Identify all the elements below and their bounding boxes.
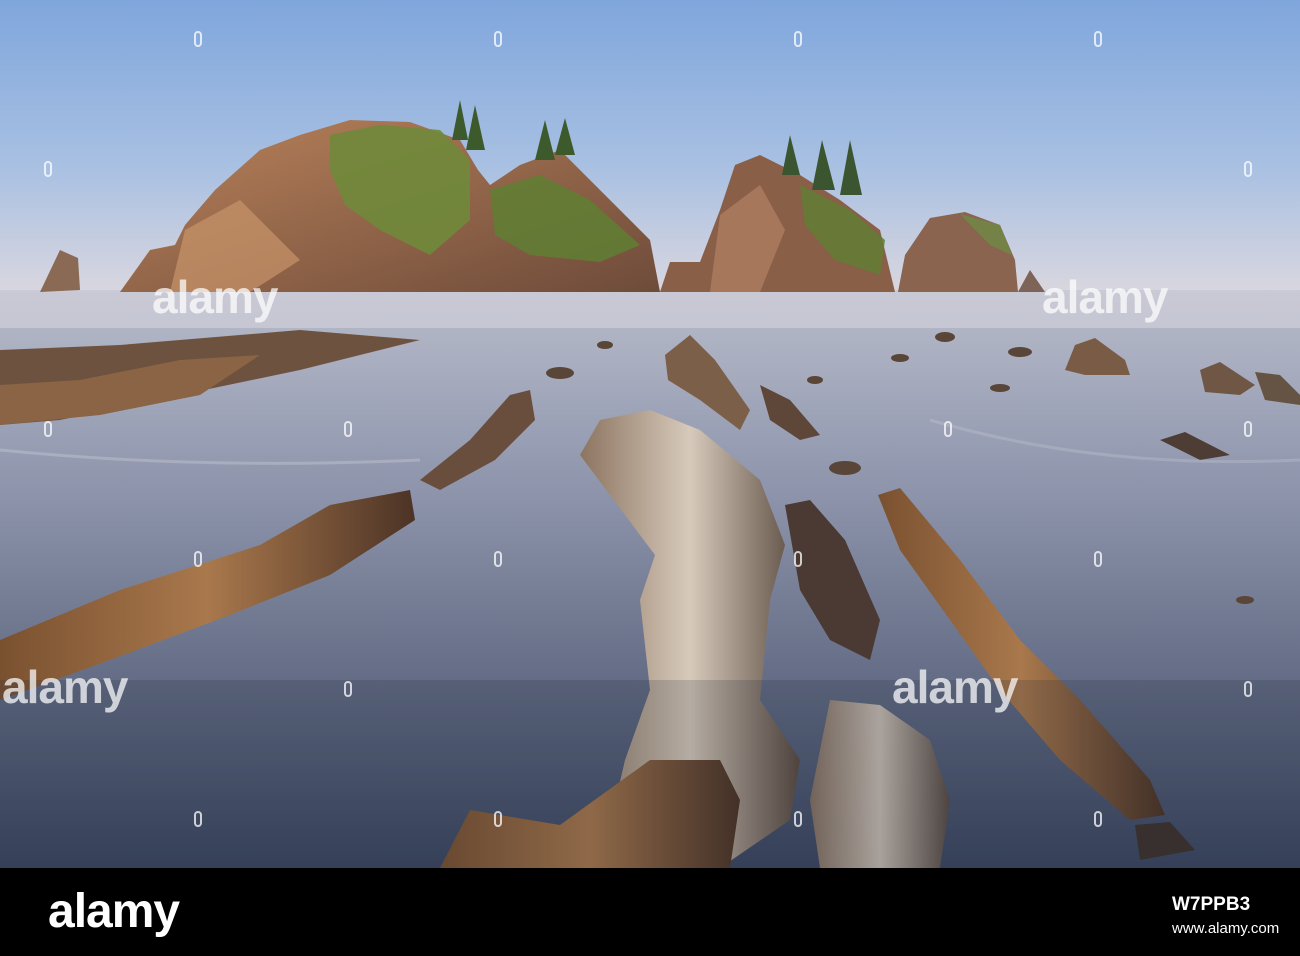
watermark-mark — [492, 28, 504, 50]
watermark-mark — [942, 418, 954, 440]
watermark-word: alamy — [2, 661, 128, 713]
watermark-mark — [342, 678, 354, 700]
watermark-mark — [192, 548, 204, 570]
watermark-mark — [492, 808, 504, 830]
watermark-mark — [192, 808, 204, 830]
footer-bar: alamy W7PPB3 www.alamy.com — [0, 868, 1300, 956]
watermark-mark — [342, 418, 354, 440]
watermark-mark — [1092, 808, 1104, 830]
watermark-word: alamy — [152, 271, 278, 323]
watermark-word: alamy — [1042, 271, 1168, 323]
watermark-mark — [792, 28, 804, 50]
watermark-word: alamy — [892, 661, 1018, 713]
site-url: www.alamy.com — [1172, 920, 1280, 937]
watermark-mark — [792, 548, 804, 570]
watermark-mark — [192, 28, 204, 50]
watermark-mark — [1092, 28, 1104, 50]
watermark-mark — [1092, 548, 1104, 570]
watermark-mark — [1242, 418, 1254, 440]
watermark-mark — [42, 158, 54, 180]
alamy-logo: alamy — [48, 885, 180, 938]
coastal-sea-stacks-photo — [0, 0, 1300, 868]
stock-photo-page: alamy alamy alamy alamy alamy W7PPB3 www… — [0, 0, 1300, 956]
watermark-mark — [1242, 158, 1254, 180]
watermark-mark — [492, 548, 504, 570]
image-id: W7PPB3 — [1172, 894, 1251, 915]
watermark-mark — [1242, 678, 1254, 700]
watermark-mark — [792, 808, 804, 830]
watermark-mark — [42, 418, 54, 440]
